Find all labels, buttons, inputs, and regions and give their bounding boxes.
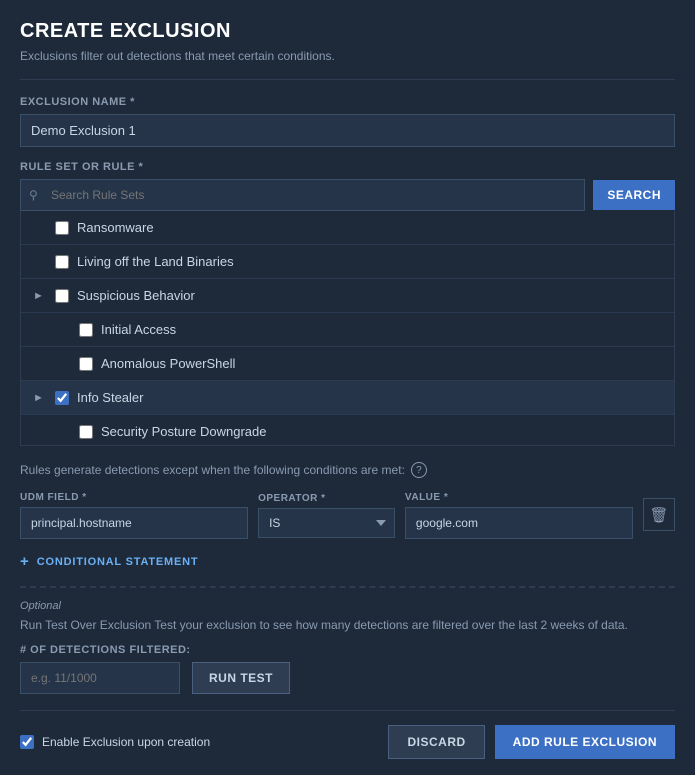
page-title: CREATE EXCLUSION	[20, 20, 675, 43]
chevron-placeholder	[57, 358, 75, 370]
enable-exclusion-checkbox[interactable]	[20, 735, 34, 749]
search-button[interactable]: SEARCH	[593, 180, 675, 210]
search-icon: ⚲	[29, 188, 38, 202]
fields-row: UDM FIELD * OPERATOR * IS IS NOT CONTAIN…	[20, 492, 675, 539]
rule-checkbox-security-posture[interactable]	[79, 425, 93, 439]
optional-label: Optional	[20, 600, 675, 612]
rule-list: Ransomware Living off the Land Binaries …	[20, 211, 675, 446]
checkbox-wrap	[79, 357, 93, 371]
rule-item-indented: Anomalous PowerShell	[21, 347, 674, 381]
value-col: VALUE *	[405, 492, 633, 539]
rule-item-info-stealer: ► Info Stealer	[21, 381, 674, 415]
detections-label: # OF DETECTIONS FILTERED:	[20, 644, 675, 656]
rule-label: Living off the Land Binaries	[77, 254, 234, 269]
dashed-divider	[20, 586, 675, 588]
add-exclusion-button[interactable]: ADD RULE EXCLUSION	[495, 725, 675, 759]
chevron-placeholder	[57, 426, 75, 438]
checkbox-wrap	[79, 323, 93, 337]
run-test-description: Run Test Over Exclusion Test your exclus…	[20, 616, 675, 634]
run-test-button[interactable]: RUN TEST	[192, 662, 290, 694]
detections-input[interactable]	[20, 662, 180, 694]
rule-label-info-stealer: Info Stealer	[77, 390, 144, 405]
rule-checkbox-suspicious-behavior[interactable]	[55, 289, 69, 303]
run-test-row: RUN TEST	[20, 662, 675, 694]
rule-checkbox-initial-access[interactable]	[79, 323, 93, 337]
checkbox-wrap	[55, 221, 69, 235]
rule-checkbox-info-stealer[interactable]	[55, 391, 69, 405]
checkbox-wrap	[79, 425, 93, 439]
chevron-placeholder	[33, 222, 51, 234]
checkbox-wrap	[55, 255, 69, 269]
conditions-info: Rules generate detections except when th…	[20, 462, 675, 478]
search-input-wrap: ⚲	[20, 179, 585, 211]
udm-field-col: UDM FIELD *	[20, 492, 248, 539]
rule-item: Ransomware	[21, 211, 674, 245]
rule-label: Ransomware	[77, 220, 154, 235]
rule-item: ► Suspicious Behavior	[21, 279, 674, 313]
rule-search-input[interactable]	[20, 179, 585, 211]
operator-label: OPERATOR *	[258, 493, 395, 504]
rule-item-indented: Initial Access	[21, 313, 674, 347]
operator-col: OPERATOR * IS IS NOT CONTAINS STARTS WIT…	[258, 493, 395, 538]
operator-select[interactable]: IS IS NOT CONTAINS STARTS WITH ENDS WITH	[258, 508, 395, 538]
udm-field-label: UDM FIELD *	[20, 492, 248, 503]
bottom-bar: Enable Exclusion upon creation DISCARD A…	[20, 710, 675, 759]
help-icon[interactable]: ?	[411, 462, 427, 478]
discard-button[interactable]: DISCARD	[388, 725, 484, 759]
rule-item: Living off the Land Binaries	[21, 245, 674, 279]
chevron-placeholder	[57, 324, 75, 336]
add-condition-row[interactable]: + CONDITIONAL STATEMENT	[20, 553, 675, 570]
rule-checkbox-ransomware[interactable]	[55, 221, 69, 235]
exclusion-name-input[interactable]	[20, 114, 675, 147]
plus-icon: +	[20, 553, 29, 570]
delete-col: 🗑	[643, 498, 675, 533]
rule-label-security-posture: Security Posture Downgrade	[101, 424, 266, 439]
chevron-placeholder	[33, 256, 51, 268]
checkbox-wrap	[55, 391, 69, 405]
udm-field-input[interactable]	[20, 507, 248, 539]
rule-item-indented: Security Posture Downgrade	[21, 415, 674, 446]
rule-label-suspicious-behavior: Suspicious Behavior	[77, 288, 195, 303]
rule-label-anomalous-powershell: Anomalous PowerShell	[101, 356, 235, 371]
delete-condition-button[interactable]: 🗑	[643, 498, 675, 531]
value-field-label: VALUE *	[405, 492, 633, 503]
search-row: ⚲ SEARCH	[20, 179, 675, 211]
add-condition-label: CONDITIONAL STATEMENT	[37, 556, 199, 568]
action-buttons: DISCARD ADD RULE EXCLUSION	[388, 725, 675, 759]
enable-row: Enable Exclusion upon creation	[20, 735, 210, 749]
rule-checkbox-anomalous-powershell[interactable]	[79, 357, 93, 371]
value-field-input[interactable]	[405, 507, 633, 539]
conditions-text: Rules generate detections except when th…	[20, 463, 405, 477]
top-divider	[20, 79, 675, 80]
rule-set-label: RULE SET OR RULE *	[20, 161, 675, 173]
exclusion-name-label: EXCLUSION NAME *	[20, 96, 675, 108]
expand-chevron-suspicious[interactable]: ►	[33, 290, 51, 302]
checkbox-wrap	[55, 289, 69, 303]
page-subtitle: Exclusions filter out detections that me…	[20, 49, 675, 63]
rule-label-initial-access: Initial Access	[101, 322, 176, 337]
expand-chevron-info-stealer[interactable]: ►	[33, 392, 51, 404]
enable-label: Enable Exclusion upon creation	[42, 735, 210, 749]
rule-checkbox-living-off-land[interactable]	[55, 255, 69, 269]
